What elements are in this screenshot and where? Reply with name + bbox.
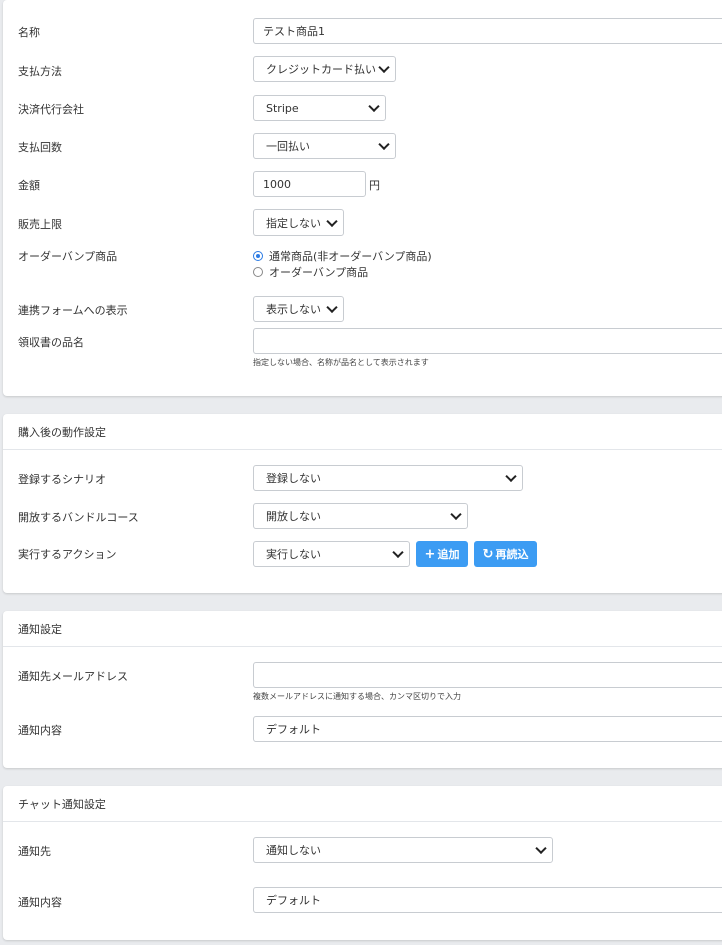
processor-select[interactable]: Stripe [253,95,386,121]
amount-label: 金額 [18,179,40,192]
amount-value: 1000 [263,177,291,191]
chat-notification-card: チャット通知設定 通知先 通知しない 通知内容 デフォルト [3,786,722,940]
receipt-name-help: 指定しない場合、名称が品名として表示されます [253,358,429,367]
processor-label: 決済代行会社 [18,103,84,116]
order-bump-option-label: オーダーバンプ商品 [269,266,369,279]
notification-content-select[interactable]: デフォルト [253,716,722,742]
chevron-down-icon [535,842,547,855]
action-select[interactable]: 実行しない [253,541,410,567]
sales-limit-label: 販売上限 [18,218,62,231]
post-purchase-card: 購入後の動作設定 登録するシナリオ 登録しない 開放するバンドルコース 開放しな… [3,414,722,593]
installments-select[interactable]: 一回払い [253,133,396,159]
order-bump-option-bump[interactable]: オーダーバンプ商品 [253,264,368,280]
name-label: 名称 [18,26,40,39]
form-display-label: 連携フォームへの表示 [18,304,128,317]
scenario-label: 登録するシナリオ [18,473,106,486]
chat-target-value: 通知しない [266,844,321,857]
payment-method-select[interactable]: クレジットカード払い [253,56,396,82]
chevron-down-icon [326,215,338,227]
payment-method-label: 支払方法 [18,65,62,78]
plus-icon: + [424,546,436,562]
notification-email-help: 複数メールアドレスに通知する場合、カンマ区切りで入力 [253,692,461,701]
name-input-value: テスト商品1 [263,25,325,38]
add-action-button[interactable]: + 追加 [416,541,468,567]
scenario-select[interactable]: 登録しない [253,465,523,491]
notification-header: 通知設定 [3,611,722,647]
chat-target-select[interactable]: 通知しない [253,837,553,863]
bundle-select[interactable]: 開放しない [253,503,468,529]
chat-content-label: 通知内容 [18,896,62,909]
chat-target-label: 通知先 [18,845,51,858]
chevron-down-icon [505,470,517,483]
action-value: 実行しない [266,548,321,561]
order-bump-option-label: 通常商品(非オーダーバンプ商品) [269,250,432,263]
processor-value: Stripe [266,101,299,115]
chevron-down-icon [450,508,462,521]
radio-unchecked-icon[interactable] [253,267,263,277]
chevron-down-icon [392,546,404,559]
bundle-label: 開放するバンドルコース [18,511,139,524]
refresh-icon: ↻ [482,546,494,562]
installments-label: 支払回数 [18,141,62,154]
product-settings-card: 名称 テスト商品1 支払方法 クレジットカード払い 決済代行会社 Stripe … [3,0,722,396]
receipt-name-input[interactable] [253,328,722,354]
scenario-value: 登録しない [266,472,321,485]
payment-method-value: クレジットカード払い [266,63,376,76]
chat-content-select[interactable]: デフォルト [253,887,722,913]
chat-content-value: デフォルト [266,894,321,907]
sales-limit-select[interactable]: 指定しない [253,209,344,236]
receipt-name-label: 領収書の品名 [18,336,84,349]
notification-card: 通知設定 通知先メールアドレス 複数メールアドレスに通知する場合、カンマ区切りで… [3,611,722,768]
chevron-down-icon [368,100,380,113]
post-purchase-header: 購入後の動作設定 [3,414,722,450]
sales-limit-value: 指定しない [266,216,321,230]
chevron-down-icon [326,301,338,314]
amount-unit: 円 [369,179,380,192]
action-label: 実行するアクション [18,548,117,561]
installments-value: 一回払い [266,140,310,153]
form-display-value: 表示しない [266,303,321,316]
name-input[interactable]: テスト商品1 [253,18,722,44]
notification-email-label: 通知先メールアドレス [18,670,128,683]
notification-content-value: デフォルト [266,723,321,736]
order-bump-label: オーダーバンプ商品 [18,250,118,263]
chevron-down-icon [378,61,390,74]
notification-content-label: 通知内容 [18,724,62,737]
chevron-down-icon [378,138,390,151]
amount-input[interactable]: 1000 [253,171,366,197]
reload-button[interactable]: ↻ 再読込 [474,541,537,567]
notification-email-input[interactable] [253,662,722,688]
add-action-label: 追加 [437,548,460,561]
chat-notification-header: チャット通知設定 [3,786,722,822]
radio-checked-icon[interactable] [253,251,263,261]
order-bump-option-normal[interactable]: 通常商品(非オーダーバンプ商品) [253,248,432,264]
bundle-value: 開放しない [266,510,321,523]
reload-label: 再読込 [495,548,529,561]
form-display-select[interactable]: 表示しない [253,296,344,322]
